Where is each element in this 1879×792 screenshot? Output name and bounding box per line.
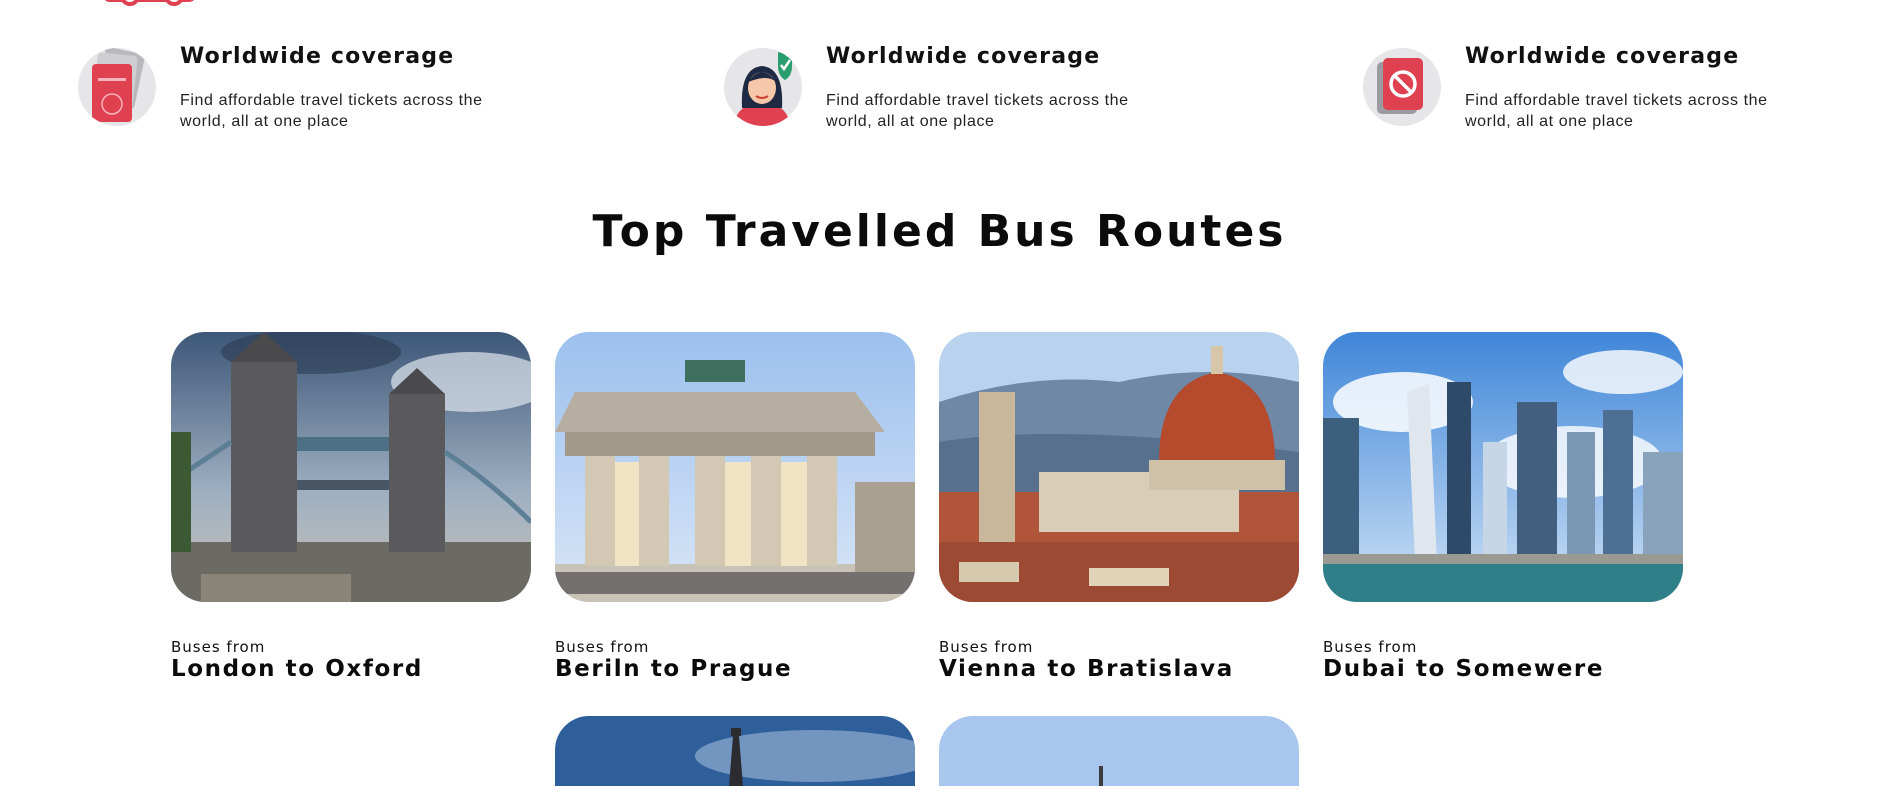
route-prefix: Buses from <box>1323 638 1418 656</box>
route-card[interactable]: Buses from Beriln to Prague <box>555 332 915 682</box>
feature-description: Find affordable travel tickets across th… <box>826 92 1129 130</box>
route-card[interactable]: Buses from Dubai to Somewere <box>1323 332 1683 682</box>
florence-cathedral-photo <box>939 332 1299 602</box>
feature-title: Worldwide coverage <box>180 44 455 69</box>
tower-bridge-photo <box>171 332 531 602</box>
feature-title: Worldwide coverage <box>826 44 1101 69</box>
route-name[interactable]: Vienna to Bratislava <box>939 656 1234 682</box>
route-name[interactable]: Dubai to Somewere <box>1323 656 1604 682</box>
route-card[interactable]: Buses from London to Oxford <box>171 332 531 682</box>
route-card[interactable] <box>555 716 915 786</box>
brandenburg-gate-photo <box>555 332 915 602</box>
route-card[interactable] <box>939 716 1299 786</box>
route-prefix: Buses from <box>939 638 1034 656</box>
route-prefix: Buses from <box>171 638 266 656</box>
route-card[interactable]: Buses from Vienna to Bratislava <box>939 332 1299 682</box>
eiffel-tower-photo <box>555 716 915 786</box>
city-tower-photo <box>939 716 1299 786</box>
feature-item: Worldwide coverage Find affordable trave… <box>1363 44 1783 134</box>
feature-description: Find affordable travel tickets across th… <box>180 92 483 130</box>
feature-title: Worldwide coverage <box>1465 44 1740 69</box>
route-name[interactable]: Beriln to Prague <box>555 656 792 682</box>
bus-icon <box>105 0 194 6</box>
no-entry-card-icon <box>1363 48 1441 126</box>
features-row: Worldwide coverage Find affordable trave… <box>0 44 1879 144</box>
feature-item: Worldwide coverage Find affordable trave… <box>724 44 1144 134</box>
traveler-shield-icon <box>724 48 802 126</box>
feature-item: Worldwide coverage Find affordable trave… <box>78 44 498 134</box>
dubai-marina-photo <box>1323 332 1683 602</box>
section-title: Top Travelled Bus Routes <box>592 206 1287 257</box>
feature-description: Find affordable travel tickets across th… <box>1465 92 1768 130</box>
route-prefix: Buses from <box>555 638 650 656</box>
route-name[interactable]: London to Oxford <box>171 656 423 682</box>
routes-grid: Buses from London to Oxford Buses from B… <box>0 332 1879 792</box>
passport-icon <box>78 48 156 126</box>
